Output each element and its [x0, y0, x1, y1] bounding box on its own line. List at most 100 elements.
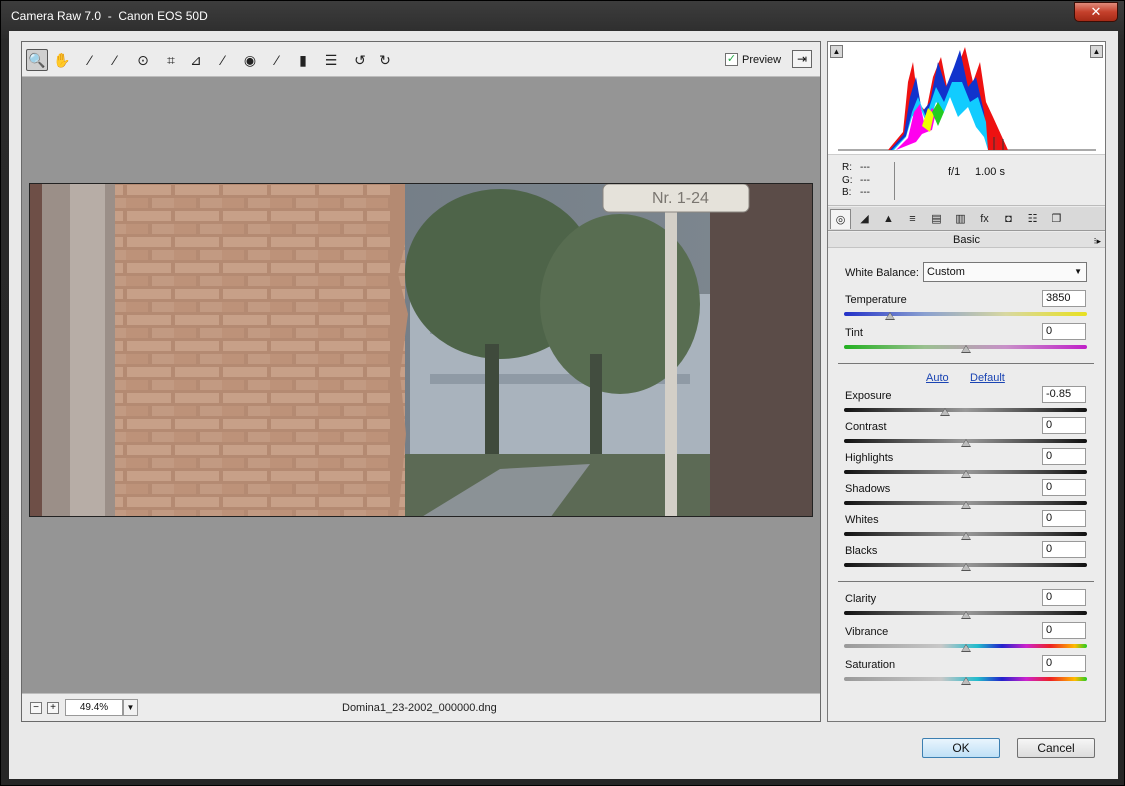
- cancel-button[interactable]: Cancel: [1017, 738, 1095, 758]
- highlights-slider-thumb[interactable]: [960, 470, 971, 478]
- clarity-slider-thumb[interactable]: [960, 611, 971, 619]
- histogram: ▲ ▲: [828, 42, 1105, 155]
- shadow-clipping-warning-icon[interactable]: ▲: [830, 45, 843, 58]
- adjustments-panel: ▲ ▲ R: --- G: --- B: --- f/1 1.00 s ◎ ◢ …: [827, 41, 1106, 722]
- tab-detail[interactable]: ▲: [878, 209, 899, 229]
- vibrance-value-field[interactable]: 0: [1042, 622, 1086, 639]
- highlights-label: Highlights: [845, 452, 894, 464]
- white-balance-label: White Balance:: [845, 267, 919, 279]
- shadows-slider-thumb[interactable]: [960, 501, 971, 509]
- default-link[interactable]: Default: [970, 372, 1005, 384]
- rotate-cw-icon[interactable]: ↻: [374, 49, 396, 71]
- temperature-slider-thumb[interactable]: [885, 312, 896, 320]
- camera-raw-window: Camera Raw 7.0 - Canon EOS 50D ✕ ✓ Previ…: [0, 0, 1125, 786]
- white-balance-tool[interactable]: ⁄: [79, 49, 101, 71]
- preferences-icon[interactable]: ☰: [320, 49, 342, 71]
- panel-title: Basic: [953, 234, 980, 246]
- fullscreen-toggle-button[interactable]: ⇥: [792, 50, 812, 68]
- tab-split-toning[interactable]: ▤: [926, 209, 947, 229]
- spot-removal-tool[interactable]: ⁄: [212, 49, 234, 71]
- whites-value-field[interactable]: 0: [1042, 510, 1086, 527]
- crop-tool[interactable]: ⌗: [160, 49, 182, 71]
- panel-tabs: ◎ ◢ ▲ ≡ ▤ ▥ fx ◘ ☷ ❐: [828, 207, 1105, 231]
- shadows-label: Shadows: [845, 483, 891, 495]
- contrast-label: Contrast: [845, 421, 887, 433]
- contrast-slider-thumb[interactable]: [960, 439, 971, 447]
- exposure-slider[interactable]: [844, 408, 1087, 412]
- tab-tone-curve[interactable]: ◢: [854, 209, 875, 229]
- zoom-dropdown-icon[interactable]: ▼: [123, 699, 138, 716]
- panel-menu-icon[interactable]: ⁝▸: [1094, 233, 1101, 249]
- highlights-value-field[interactable]: 0: [1042, 448, 1086, 465]
- title-bar[interactable]: Camera Raw 7.0 - Canon EOS 50D ✕: [1, 1, 1124, 31]
- vibrance-label: Vibrance: [845, 626, 889, 638]
- rotate-ccw-icon[interactable]: ↺: [349, 49, 371, 71]
- tab-hsl[interactable]: ≡: [902, 209, 923, 229]
- toolbar: ✓ Preview ⇥ 🔍 ✋ ⁄ ⁄ ⊙ ⌗ ⊿ ⁄ ◉ ⁄ ▮ ☰ ↺ ↻: [22, 42, 820, 77]
- preview-area: ✓ Preview ⇥ 🔍✋⁄⁄⊙⌗⊿⁄◉⁄▮☰↺↻: [21, 41, 821, 722]
- contrast-value-field[interactable]: 0: [1042, 417, 1086, 434]
- ok-button[interactable]: OK: [922, 738, 1000, 758]
- tab-snapshots[interactable]: ❐: [1046, 209, 1067, 229]
- exposure-label: Exposure: [845, 390, 892, 402]
- photo-image: Nr. 1-24: [30, 184, 812, 516]
- red-eye-removal-tool[interactable]: ◉: [239, 49, 261, 71]
- auto-link[interactable]: Auto: [926, 372, 949, 384]
- tab-presets[interactable]: ☷: [1022, 209, 1043, 229]
- clarity-label: Clarity: [845, 593, 877, 605]
- image-preview[interactable]: Nr. 1-24: [29, 183, 813, 517]
- saturation-label: Saturation: [845, 659, 896, 671]
- zoom-tool[interactable]: 🔍: [26, 49, 48, 71]
- tab-basic[interactable]: ◎: [830, 209, 851, 229]
- preview-checkbox[interactable]: ✓ Preview: [725, 53, 781, 66]
- exposure-slider-thumb[interactable]: [939, 408, 950, 416]
- shadows-value-field[interactable]: 0: [1042, 479, 1086, 496]
- exposure-value-field[interactable]: -0.85: [1042, 386, 1086, 403]
- tint-value-field[interactable]: 0: [1042, 323, 1086, 340]
- clarity-value-field[interactable]: 0: [1042, 589, 1086, 606]
- saturation-value-field[interactable]: 0: [1042, 655, 1086, 672]
- temperature-label: Temperature: [845, 294, 907, 306]
- readout-divider: [894, 162, 895, 200]
- dialog-client: ✓ Preview ⇥ 🔍✋⁄⁄⊙⌗⊿⁄◉⁄▮☰↺↻: [9, 31, 1118, 779]
- tab-lens-corrections[interactable]: ▥: [950, 209, 971, 229]
- aperture-value: f/1: [948, 166, 961, 178]
- temperature-value-field[interactable]: 3850: [1042, 290, 1086, 307]
- hand-tool[interactable]: ✋: [51, 49, 73, 71]
- panel-heading: Basic ⁝▸: [828, 232, 1105, 248]
- tint-label: Tint: [845, 327, 863, 339]
- shutter-value: 1.00 s: [975, 166, 1005, 178]
- blacks-slider-thumb[interactable]: [960, 563, 971, 571]
- window-title: Camera Raw 7.0 - Canon EOS 50D: [11, 9, 208, 23]
- tab-camera-calibration[interactable]: ◘: [998, 209, 1019, 229]
- section-divider: [838, 363, 1094, 364]
- tab-effects[interactable]: fx: [974, 209, 995, 229]
- zoom-out-button[interactable]: −: [30, 702, 42, 714]
- adjustment-brush-tool[interactable]: ⁄: [266, 49, 288, 71]
- temperature-slider[interactable]: [844, 312, 1087, 316]
- blacks-value-field[interactable]: 0: [1042, 541, 1086, 558]
- histogram-graph: [838, 47, 1096, 151]
- r-label: R:: [842, 162, 852, 173]
- zoom-in-button[interactable]: +: [47, 702, 59, 714]
- chevron-down-icon: ▼: [1074, 267, 1082, 276]
- file-name: Domina1_23-2002_000000.dng: [342, 702, 497, 714]
- tint-slider-thumb[interactable]: [960, 345, 971, 353]
- straighten-tool[interactable]: ⊿: [185, 49, 207, 71]
- g-value: ---: [860, 174, 870, 186]
- white-balance-select[interactable]: Custom ▼: [923, 262, 1087, 282]
- rgb-readout: R: --- G: --- B: --- f/1 1.00 s: [828, 156, 1105, 206]
- saturation-slider-thumb[interactable]: [960, 677, 971, 685]
- whites-slider-thumb[interactable]: [960, 532, 971, 540]
- color-sampler-tool[interactable]: ⁄: [104, 49, 126, 71]
- close-button[interactable]: ✕: [1074, 2, 1118, 22]
- vibrance-slider-thumb[interactable]: [960, 644, 971, 652]
- blacks-label: Blacks: [845, 545, 878, 557]
- b-label: B:: [842, 187, 852, 198]
- graduated-filter-tool[interactable]: ▮: [292, 49, 314, 71]
- b-value: ---: [860, 187, 870, 198]
- zoom-level-field[interactable]: 49.4%: [65, 699, 123, 716]
- preview-check-icon: ✓: [725, 53, 738, 66]
- targeted-adjustment-tool[interactable]: ⊙: [132, 49, 154, 71]
- highlight-clipping-warning-icon[interactable]: ▲: [1090, 45, 1103, 58]
